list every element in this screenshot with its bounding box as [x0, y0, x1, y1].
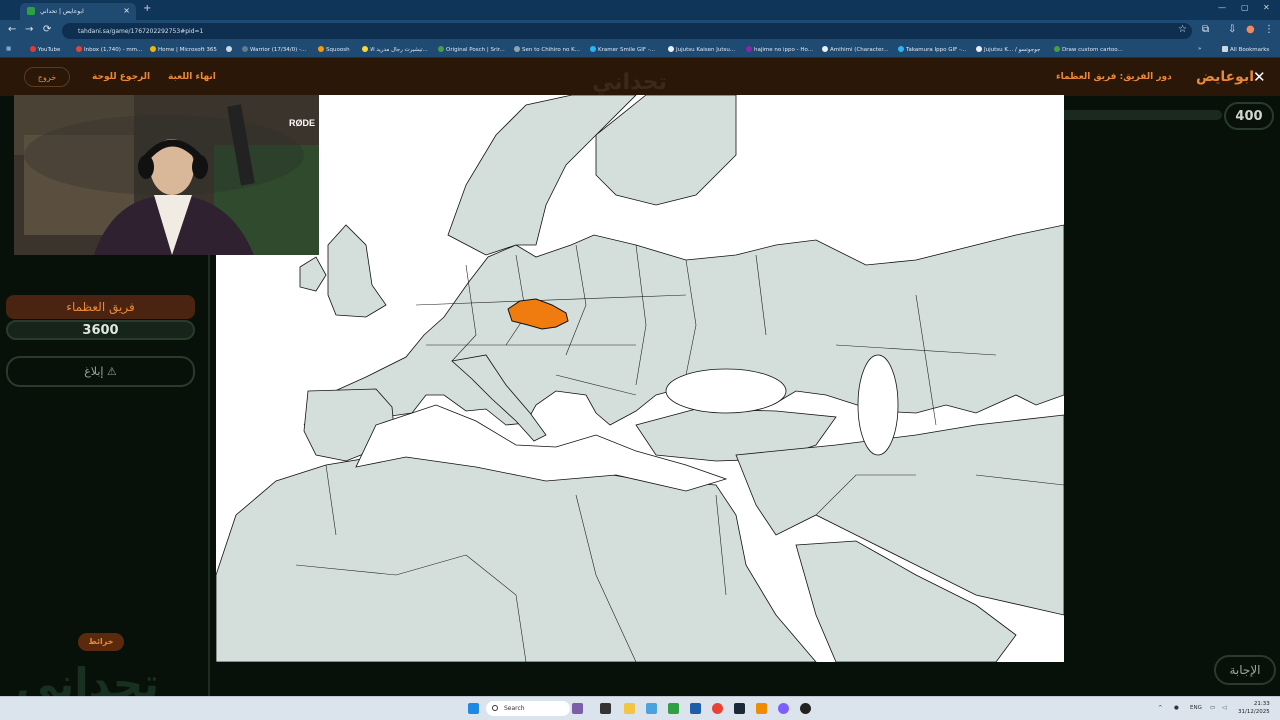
- app-icon[interactable]: [756, 703, 767, 714]
- team-name: فريق العظماء: [6, 295, 195, 319]
- bookmark-item[interactable]: Original Posch | Srir...: [438, 46, 505, 53]
- obs-icon[interactable]: [800, 703, 811, 714]
- bookmark-item[interactable]: hajime no ippo - Ho...: [746, 46, 813, 53]
- timer-bar: [1060, 110, 1222, 120]
- minimize-icon[interactable]: —: [1218, 3, 1226, 12]
- turn-label: دور الفريق:: [1119, 72, 1172, 82]
- report-button[interactable]: إبلاغ ⚠: [6, 356, 195, 387]
- network-icon[interactable]: ▭: [1210, 705, 1215, 711]
- map-svg: [216, 95, 1064, 662]
- close-window-icon[interactable]: ✕: [1263, 3, 1270, 12]
- bookmark-item[interactable]: Draw custom cartoo...: [1054, 46, 1123, 53]
- forward-icon[interactable]: →: [25, 24, 33, 35]
- extensions-icon[interactable]: ⧉: [1202, 24, 1209, 35]
- turn-team: فريق العظماء: [1056, 72, 1117, 82]
- europe-map-image: [216, 95, 1064, 662]
- mic-brand-text: RØDE: [289, 118, 315, 128]
- bookmark-item[interactable]: Squoosh: [318, 46, 350, 53]
- tray-chevron-icon[interactable]: ^: [1158, 705, 1163, 711]
- volume-icon[interactable]: ◁: [1222, 705, 1226, 711]
- steam-icon[interactable]: [734, 703, 745, 714]
- bookmark-item[interactable]: Warrior (17/34/0) -...: [242, 46, 306, 53]
- streamer-webcam: RØDE: [14, 95, 319, 255]
- clock-time: 21:33: [1253, 701, 1270, 707]
- black-sea: [665, 368, 787, 414]
- category-badge: خرائط: [78, 633, 124, 651]
- bookmark-item[interactable]: Home | Microsoft 365: [150, 46, 217, 53]
- address-bar-row: ← → ⟳ tahdani.sa/game/1767202292753#pid=…: [0, 20, 1280, 42]
- webcam-feed: RØDE: [14, 95, 319, 255]
- tab-favicon-icon: [27, 7, 35, 15]
- apps-icon[interactable]: ▦: [6, 46, 11, 52]
- task-view-icon[interactable]: [600, 703, 611, 714]
- team-score: 3600: [6, 320, 195, 340]
- file-explorer-icon[interactable]: [624, 703, 635, 714]
- brand-logo-center: تحداني: [592, 70, 667, 95]
- bookmark-item[interactable]: تيشيرت رجال مدريد الا...: [362, 46, 428, 53]
- back-to-board-link[interactable]: الرجوع للوحة: [92, 72, 150, 82]
- app-icon[interactable]: [690, 703, 701, 714]
- game-top-nav: خروج الرجوع للوحة انهاء اللعبة تحداني دو…: [0, 58, 1280, 96]
- app-icon[interactable]: [646, 703, 657, 714]
- question-points: 400: [1224, 102, 1274, 130]
- language-indicator[interactable]: ENG: [1190, 705, 1202, 711]
- start-icon[interactable]: [468, 703, 479, 714]
- clock-date: 31/12/2025: [1238, 709, 1270, 715]
- app-icon[interactable]: [778, 703, 789, 714]
- tab-title: ابوعايض | تحداني: [40, 8, 84, 15]
- more-bookmarks-icon[interactable]: »: [1198, 46, 1201, 52]
- caspian-sea: [857, 354, 899, 456]
- bookmark-item[interactable]: Kramer Smile GIF -...: [590, 46, 655, 53]
- back-icon[interactable]: ←: [8, 24, 16, 35]
- bookmark-star-icon[interactable]: ☆: [1178, 24, 1187, 35]
- player-name: ابوعايض: [1196, 69, 1255, 85]
- chrome-icon[interactable]: [712, 703, 723, 714]
- answer-button[interactable]: الإجابة: [1214, 655, 1276, 685]
- all-bookmarks[interactable]: All Bookmarks: [1222, 46, 1269, 53]
- bookmark-item[interactable]: Jujutsu Kaisen Jutsu...: [668, 46, 735, 53]
- search-icon: [492, 705, 498, 711]
- close-icon[interactable]: ✕: [1253, 68, 1266, 86]
- bookmark-item[interactable]: Amihimi (Character...: [822, 46, 888, 53]
- tab-close-icon[interactable]: ×: [123, 6, 130, 15]
- taskbar-search[interactable]: Search: [486, 701, 570, 716]
- maximize-icon[interactable]: ▢: [1241, 3, 1249, 12]
- bookmarks-bar: ▦ YouTube Inbox (1,740) - mm... Home | M…: [0, 42, 1280, 58]
- new-tab-button[interactable]: +: [143, 3, 151, 14]
- browser-tab[interactable]: ابوعايض | تحداني ×: [20, 3, 136, 20]
- downloads-icon[interactable]: ⇩: [1228, 24, 1236, 35]
- bookmark-item[interactable]: Inbox (1,740) - mm...: [76, 46, 142, 53]
- search-placeholder: Search: [504, 705, 525, 712]
- url-text: tahdani.sa/game/1767202292753#pid=1: [78, 28, 204, 35]
- end-game-link[interactable]: انهاء اللعبة: [168, 72, 216, 82]
- bookmark-item[interactable]: Sen to Chihiro no K...: [514, 46, 580, 53]
- widgets-icon[interactable]: [572, 703, 583, 714]
- os-taskbar: Search ^ ● ENG ▭ ◁ 21:33 31/12/2025: [0, 696, 1280, 720]
- mic-icon[interactable]: ●: [1174, 705, 1179, 711]
- bookmark-item[interactable]: Jujutsu K... / جوجوتسو: [976, 46, 1040, 53]
- profile-avatar[interactable]: ●: [1246, 24, 1255, 35]
- bookmark-item[interactable]: YouTube: [30, 46, 60, 53]
- bookmark-item[interactable]: Takamura Ippo GIF -...: [898, 46, 966, 53]
- url-field[interactable]: tahdani.sa/game/1767202292753#pid=1: [62, 23, 1192, 39]
- clock[interactable]: 21:33 31/12/2025: [1238, 700, 1270, 716]
- exit-button[interactable]: خروج: [24, 67, 70, 87]
- menu-icon[interactable]: ⋮: [1264, 24, 1274, 35]
- bookmark-item[interactable]: [226, 46, 234, 53]
- app-icon[interactable]: [668, 703, 679, 714]
- reload-icon[interactable]: ⟳: [43, 24, 51, 35]
- browser-tab-bar: ابوعايض | تحداني × + — ▢ ✕: [0, 0, 1280, 20]
- turn-indicator: دور الفريق: فريق العظماء: [1056, 72, 1172, 82]
